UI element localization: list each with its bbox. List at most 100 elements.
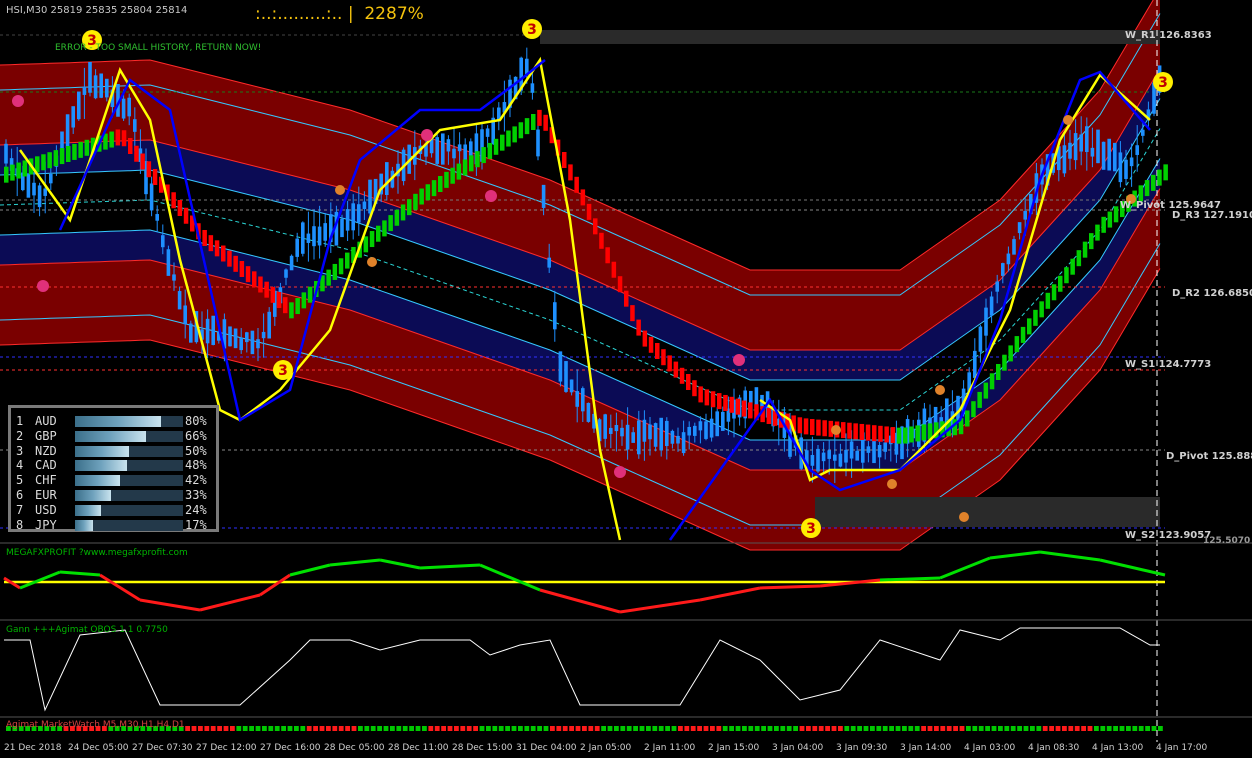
marketwatch-cell bbox=[697, 726, 702, 731]
hist-bar-bear bbox=[816, 419, 821, 436]
marketwatch-cell bbox=[1017, 726, 1022, 731]
hist-bar-bull bbox=[1020, 326, 1026, 343]
wave-3-label: 3 bbox=[806, 521, 816, 537]
candle-body bbox=[816, 448, 820, 472]
candle-body bbox=[172, 274, 176, 281]
marketwatch-cell bbox=[1145, 726, 1150, 731]
marketwatch-cell bbox=[588, 726, 594, 731]
candle-body bbox=[82, 86, 87, 95]
candle-body bbox=[1012, 239, 1016, 255]
strength-row-eur: 6 EUR 33% bbox=[15, 488, 215, 503]
time-axis-label: 21 Dec 2018 bbox=[4, 743, 62, 753]
hist-bar-bear bbox=[264, 281, 269, 298]
marketwatch-cell bbox=[607, 726, 613, 731]
marketwatch-cell bbox=[754, 726, 760, 731]
hist-bar-bull bbox=[419, 188, 424, 205]
strength-row-gbp: 2 GBP 66% bbox=[15, 429, 215, 444]
hist-bar-bear bbox=[593, 218, 598, 235]
hist-bar-bear bbox=[121, 130, 127, 147]
hist-bar-bear bbox=[803, 418, 809, 435]
hist-bar-bull bbox=[41, 154, 46, 171]
currency-code: CHF bbox=[35, 473, 57, 488]
hist-bar-bull bbox=[444, 171, 449, 188]
orange-signal-dot bbox=[935, 385, 945, 395]
marketwatch-cell bbox=[876, 726, 882, 731]
marketwatch-cell bbox=[710, 726, 715, 731]
candle-body bbox=[530, 83, 535, 93]
hist-bar-bull bbox=[506, 130, 511, 147]
strength-fill bbox=[75, 519, 94, 531]
hist-bar-bull bbox=[16, 162, 21, 179]
pink-signal-dot bbox=[485, 190, 497, 202]
marketwatch-cell bbox=[914, 726, 920, 731]
hist-bar-bear bbox=[859, 423, 865, 440]
hist-bar-bull bbox=[896, 427, 902, 444]
hist-bar-bull bbox=[1107, 211, 1113, 228]
currency-code: EUR bbox=[35, 488, 57, 502]
candle-body bbox=[715, 411, 719, 437]
candle-body bbox=[625, 424, 630, 450]
candle-body bbox=[581, 388, 585, 412]
candle-body bbox=[351, 203, 355, 231]
hist-bar-bear bbox=[723, 394, 728, 411]
candle-body bbox=[284, 269, 288, 278]
hist-bar-bull bbox=[983, 382, 989, 399]
marketwatch-cell bbox=[300, 726, 306, 731]
candle-body bbox=[306, 233, 311, 243]
time-axis: 21 Dec 2018 24 Dec 05:00 27 Dec 07:30 27 De… bbox=[0, 742, 1252, 758]
candle-body bbox=[166, 249, 171, 276]
hist-bar-bull bbox=[10, 164, 15, 181]
candle-body bbox=[564, 361, 568, 392]
marketwatch-cell bbox=[767, 726, 773, 731]
hist-bar-bull bbox=[512, 126, 517, 143]
candle-body bbox=[883, 442, 887, 452]
level-d-pivot: D_Pivot 125.8880 bbox=[1166, 451, 1252, 462]
candle-body bbox=[1079, 134, 1083, 152]
candle-body bbox=[659, 417, 663, 451]
currency-code: CAD bbox=[35, 458, 57, 473]
candle-body bbox=[642, 419, 647, 442]
candle-body bbox=[1135, 145, 1139, 155]
level-w-r1: W_R1 126.8363 bbox=[1125, 30, 1212, 41]
marketwatch-cell bbox=[518, 726, 523, 731]
hist-bar-bear bbox=[704, 389, 710, 406]
candle-body bbox=[1068, 142, 1072, 159]
strength-fill bbox=[75, 490, 111, 501]
marketwatch-cell bbox=[690, 726, 696, 731]
hist-bar-bear bbox=[270, 286, 276, 303]
candle-body bbox=[228, 326, 232, 347]
hist-bar-bear bbox=[252, 271, 257, 288]
strength-percent: 24% bbox=[185, 502, 207, 517]
marketwatch-cell bbox=[543, 726, 549, 731]
candle-body bbox=[301, 222, 305, 254]
hist-bar-bull bbox=[1138, 185, 1144, 202]
hist-bar-bear bbox=[171, 192, 176, 209]
candle-body bbox=[435, 137, 439, 164]
marketwatch-cell bbox=[1010, 726, 1016, 731]
marketwatch-cell bbox=[882, 726, 888, 731]
candle-body bbox=[295, 238, 299, 257]
candle-body bbox=[553, 302, 557, 330]
marketwatch-cell bbox=[934, 726, 939, 731]
candle-body bbox=[1006, 253, 1011, 265]
hist-bar-bull bbox=[1045, 292, 1051, 309]
marketwatch-cell bbox=[825, 726, 830, 731]
hist-bar-bear bbox=[214, 240, 220, 257]
marketwatch-cell bbox=[370, 726, 376, 731]
candle-body bbox=[177, 291, 182, 310]
hist-bar-bear bbox=[766, 407, 772, 424]
strength-bar bbox=[75, 504, 183, 516]
hist-bar-bull bbox=[1089, 233, 1094, 250]
candle-body bbox=[681, 432, 686, 454]
candle-body bbox=[1101, 141, 1106, 170]
currency-code: USD bbox=[35, 502, 57, 517]
candle-body bbox=[457, 144, 462, 152]
chart-canvas[interactable]: 3 3 3 3 3 bbox=[0, 0, 1252, 758]
hist-bar-bear bbox=[611, 261, 617, 278]
time-axis-label: 28 Dec 05:00 bbox=[324, 743, 385, 753]
hist-bar-bear bbox=[115, 129, 121, 146]
marketwatch-cell bbox=[780, 726, 786, 731]
hist-bar-bull bbox=[1064, 267, 1069, 284]
hist-bar-bear bbox=[283, 297, 288, 314]
currency-strength-panel: 1 AUD 80% 2 GBP 66% 3 NZD 50% 4 CAD 48% 5 CHF 42% 6 EUR 3… bbox=[8, 405, 219, 532]
